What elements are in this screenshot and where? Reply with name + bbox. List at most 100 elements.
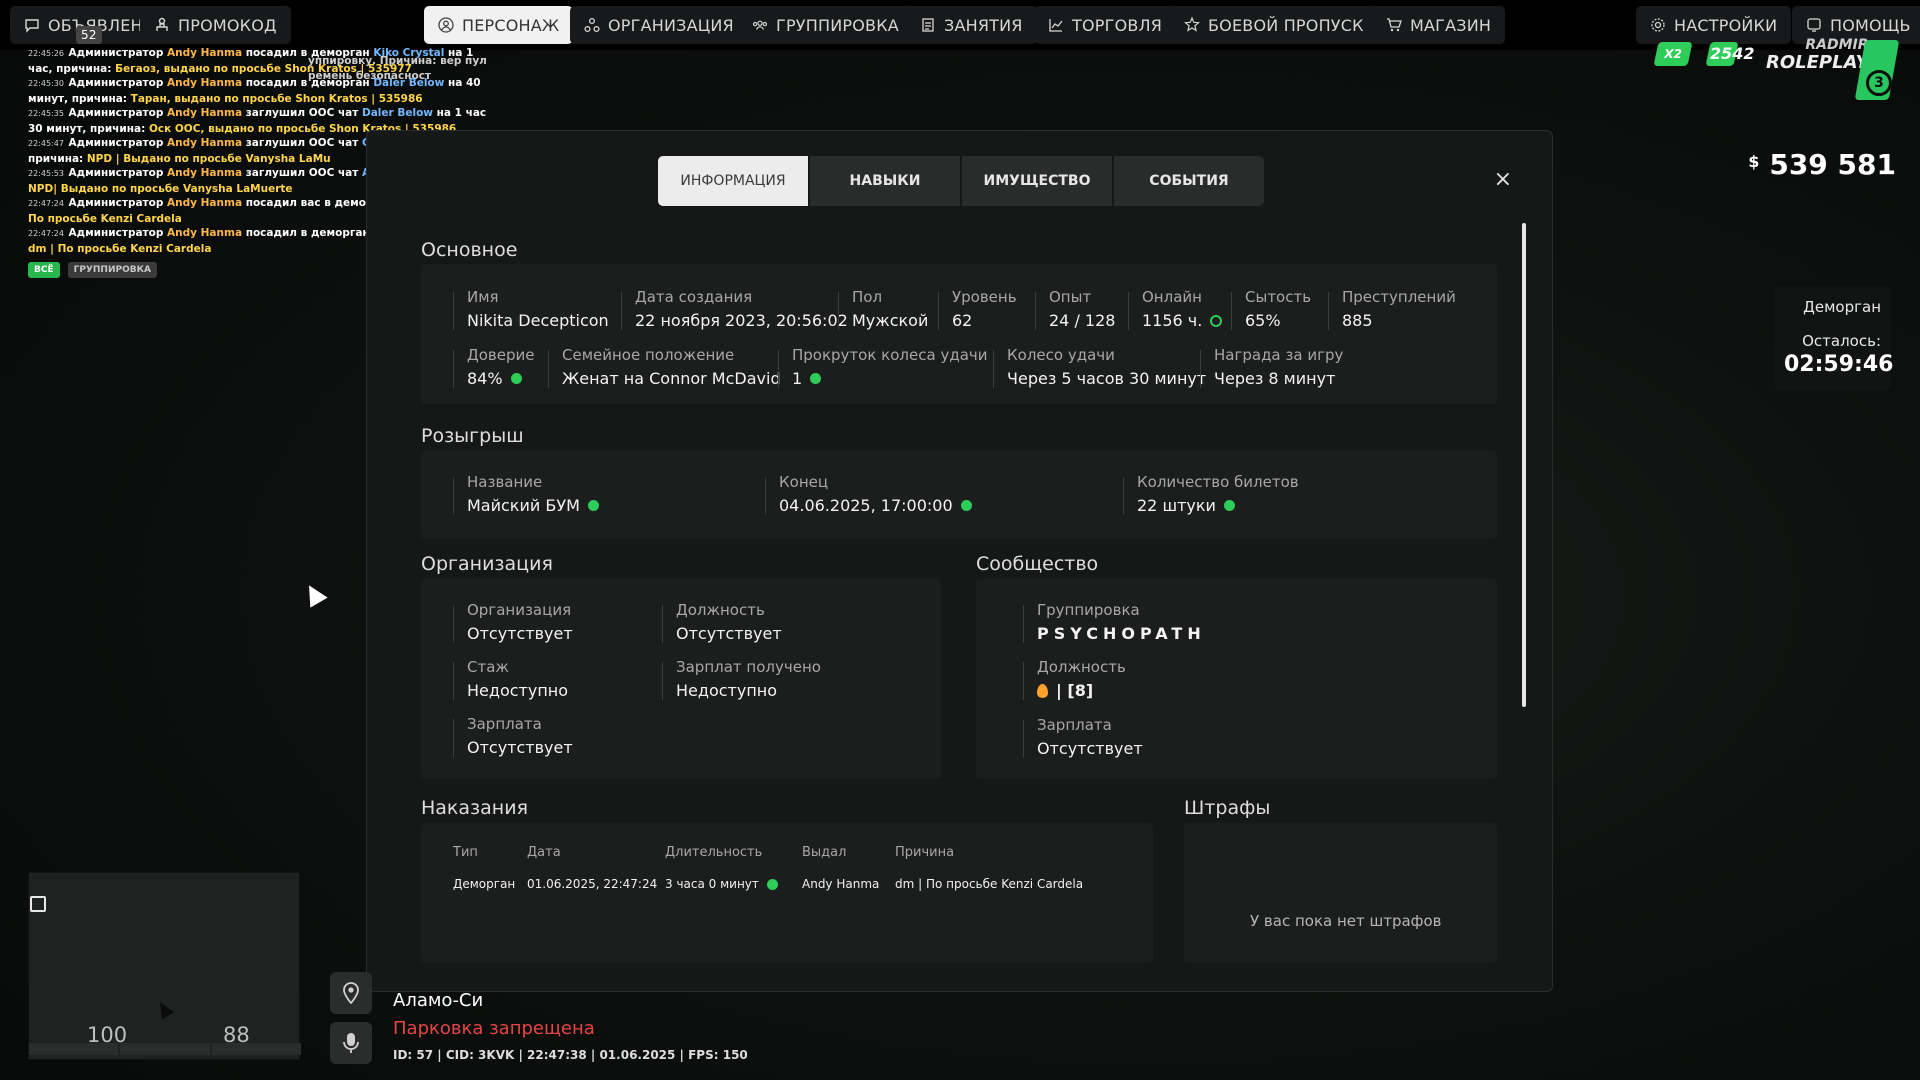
group-rank-text: | [8] bbox=[1056, 681, 1094, 700]
raffle-end-text: 04.06.2025, 17:00:00 bbox=[779, 496, 953, 515]
chat-fragment: 22:45:53 bbox=[28, 169, 67, 178]
status-dot-icon bbox=[587, 500, 599, 511]
field-org: Организация Отсутствует bbox=[453, 601, 573, 643]
trust-value-text: 84% bbox=[467, 369, 503, 388]
tab-property[interactable]: ИМУЩЕСТВО bbox=[962, 156, 1112, 206]
field-raffle-end: Конец 04.06.2025, 17:00:00 bbox=[765, 473, 972, 515]
field-group-label: Группировка bbox=[1037, 601, 1140, 619]
tab-information[interactable]: ИНФОРМАЦИЯ bbox=[658, 156, 808, 206]
gift-icon bbox=[154, 17, 170, 33]
duration-text: 3 часа 0 минут bbox=[665, 877, 759, 891]
minimap: 100 88 bbox=[28, 872, 301, 1060]
field-org-position: Должность Отсутствует bbox=[662, 601, 782, 643]
field-org-exp: Стаж Недоступно bbox=[453, 658, 568, 700]
field-spins-value: 1 bbox=[792, 369, 988, 388]
chat-tabs: ВСЁ ГРУППИРОВКА bbox=[28, 262, 157, 278]
chat-fragment: 22:45:35 bbox=[28, 109, 67, 118]
field-wheel: Колесо удачи Через 5 часов 30 минут bbox=[993, 346, 1206, 388]
chat-fragment: минут, причина: bbox=[28, 92, 131, 105]
field-org-salary-label: Зарплата bbox=[467, 715, 542, 733]
field-crimes-label: Преступлений bbox=[1342, 288, 1456, 306]
nav-trading[interactable]: ТОРГОВЛЯ bbox=[1034, 6, 1177, 44]
nav-shop[interactable]: МАГАЗИН bbox=[1372, 6, 1506, 44]
scrollbar[interactable] bbox=[1522, 223, 1526, 707]
flame-icon bbox=[1037, 683, 1048, 698]
field-satiety-label: Сытость bbox=[1245, 288, 1312, 306]
chat-fragment: Администратор bbox=[68, 167, 168, 179]
nav-organization[interactable]: ОРГАНИЗАЦИЯ bbox=[570, 6, 748, 44]
cart-icon bbox=[1386, 17, 1402, 33]
field-raffle-tickets-label: Количество билетов bbox=[1137, 473, 1299, 491]
chat-fragment: посадил в деморган bbox=[245, 77, 374, 89]
server-number: 3 bbox=[1866, 70, 1892, 96]
field-raffle-name-label: Название bbox=[467, 473, 543, 491]
chat-fragment: 22:45:47 bbox=[28, 139, 67, 148]
chat-tab-all[interactable]: ВСЁ bbox=[28, 262, 60, 278]
field-sex: Пол Мужской bbox=[838, 288, 928, 330]
nav-character[interactable]: ПЕРСОНАЖ bbox=[424, 6, 574, 44]
field-sex-value: Мужской bbox=[852, 311, 929, 330]
brand-bottom: ROLEPLAY bbox=[1766, 52, 1869, 73]
status-dot-icon bbox=[810, 373, 822, 384]
field-group-position: Должность | [8] bbox=[1023, 658, 1126, 700]
remaining-label: Осталось: bbox=[1802, 332, 1881, 350]
chat-fragment: 22:45:26 bbox=[28, 49, 67, 58]
org-icon bbox=[584, 17, 600, 33]
chat-fragment: 22:47:24 bbox=[28, 229, 67, 238]
field-online: Онлайн 1156 ч. bbox=[1128, 288, 1223, 330]
nav-trading-label: ТОРГОВЛЯ bbox=[1072, 15, 1163, 35]
fuel-icon bbox=[30, 896, 46, 912]
top-navigation: ОБЪЯВЛЕНИЕ 52 ПРОМОКОД ПЕРСОНАЖ ОРГАНИЗА… bbox=[0, 0, 1920, 50]
nav-activities[interactable]: ЗАНЯТИЯ bbox=[906, 6, 1037, 44]
location-name: Аламо-Си bbox=[393, 990, 484, 1011]
tab-skills[interactable]: НАВЫКИ bbox=[810, 156, 960, 206]
field-family: Семейное положение Женат на Connor McDav… bbox=[548, 346, 781, 388]
field-org-position-value: Отсутствует bbox=[676, 624, 782, 643]
chat-fragment: Администратор bbox=[68, 227, 168, 239]
field-crimes-value: 885 bbox=[1342, 311, 1373, 330]
character-modal: ИНФОРМАЦИЯ НАВЫКИ ИМУЩЕСТВО СОБЫТИЯ × Ос… bbox=[366, 130, 1553, 992]
field-exp-value: 24 / 128 bbox=[1049, 311, 1116, 330]
chat-fragment: минут, причина: bbox=[46, 122, 149, 135]
spins-value-text: 1 bbox=[792, 369, 803, 388]
section-fines-title: Штрафы bbox=[1184, 797, 1271, 819]
chat-fragment: Andy Hanma bbox=[167, 137, 246, 149]
clipboard-icon bbox=[920, 17, 936, 33]
nav-promocode[interactable]: ПРОМОКОД bbox=[140, 6, 291, 44]
field-group-position-value: | [8] bbox=[1037, 681, 1126, 700]
field-org-exp-label: Стаж bbox=[467, 658, 509, 676]
close-icon[interactable]: × bbox=[1494, 167, 1512, 192]
col-reason: Причина bbox=[895, 845, 955, 860]
chat-fragment: Таран, выдано по просьбе Shon Kratos | 5… bbox=[130, 92, 423, 105]
nav-battle-pass[interactable]: БОЕВОЙ ПРОПУСК bbox=[1170, 6, 1378, 44]
chat-fragment: Andy Hanma bbox=[167, 227, 246, 239]
punishments-panel bbox=[421, 823, 1153, 963]
info-icon[interactable] bbox=[1210, 314, 1223, 327]
field-level: Уровень 62 bbox=[938, 288, 1017, 330]
notification-badge: 52 bbox=[76, 26, 102, 44]
tab-events[interactable]: СОБЫТИЯ bbox=[1114, 156, 1264, 206]
nav-character-label: ПЕРСОНАЖ bbox=[462, 15, 560, 35]
field-level-label: Уровень bbox=[952, 288, 1017, 306]
star-icon bbox=[1184, 17, 1200, 33]
nav-group[interactable]: ГРУППИРОВКА bbox=[738, 6, 913, 44]
field-level-value: 62 bbox=[952, 311, 973, 330]
chat-fragment: Kiko Crystal bbox=[373, 47, 448, 59]
field-satiety: Сытость 65% bbox=[1231, 288, 1311, 330]
field-trust-value: 84% bbox=[467, 369, 534, 388]
field-wheel-label: Колесо удачи bbox=[1007, 346, 1115, 364]
mouse-cursor bbox=[300, 580, 328, 608]
group-icon bbox=[752, 17, 768, 33]
nav-shop-label: МАГАЗИН bbox=[1410, 15, 1492, 35]
raffle-name-text: Майский БУМ bbox=[467, 496, 580, 515]
field-raffle-name: Название Майский БУМ bbox=[453, 473, 599, 515]
field-group-value: PSYCHOPATH bbox=[1037, 624, 1206, 643]
chat-fragment: Daler Below bbox=[373, 77, 448, 89]
field-group: Группировка PSYCHOPATH bbox=[1023, 601, 1206, 643]
section-org-title: Организация bbox=[421, 553, 553, 575]
nav-promocode-label: ПРОМОКОД bbox=[178, 15, 277, 35]
table-row: Деморган 01.06.2025, 22:47:24 3 часа 0 м… bbox=[453, 877, 1155, 891]
cell-type: Деморган bbox=[453, 877, 516, 891]
chat-tab-group[interactable]: ГРУППИРОВКА bbox=[67, 262, 157, 278]
field-group-position-label: Должность bbox=[1037, 658, 1126, 676]
